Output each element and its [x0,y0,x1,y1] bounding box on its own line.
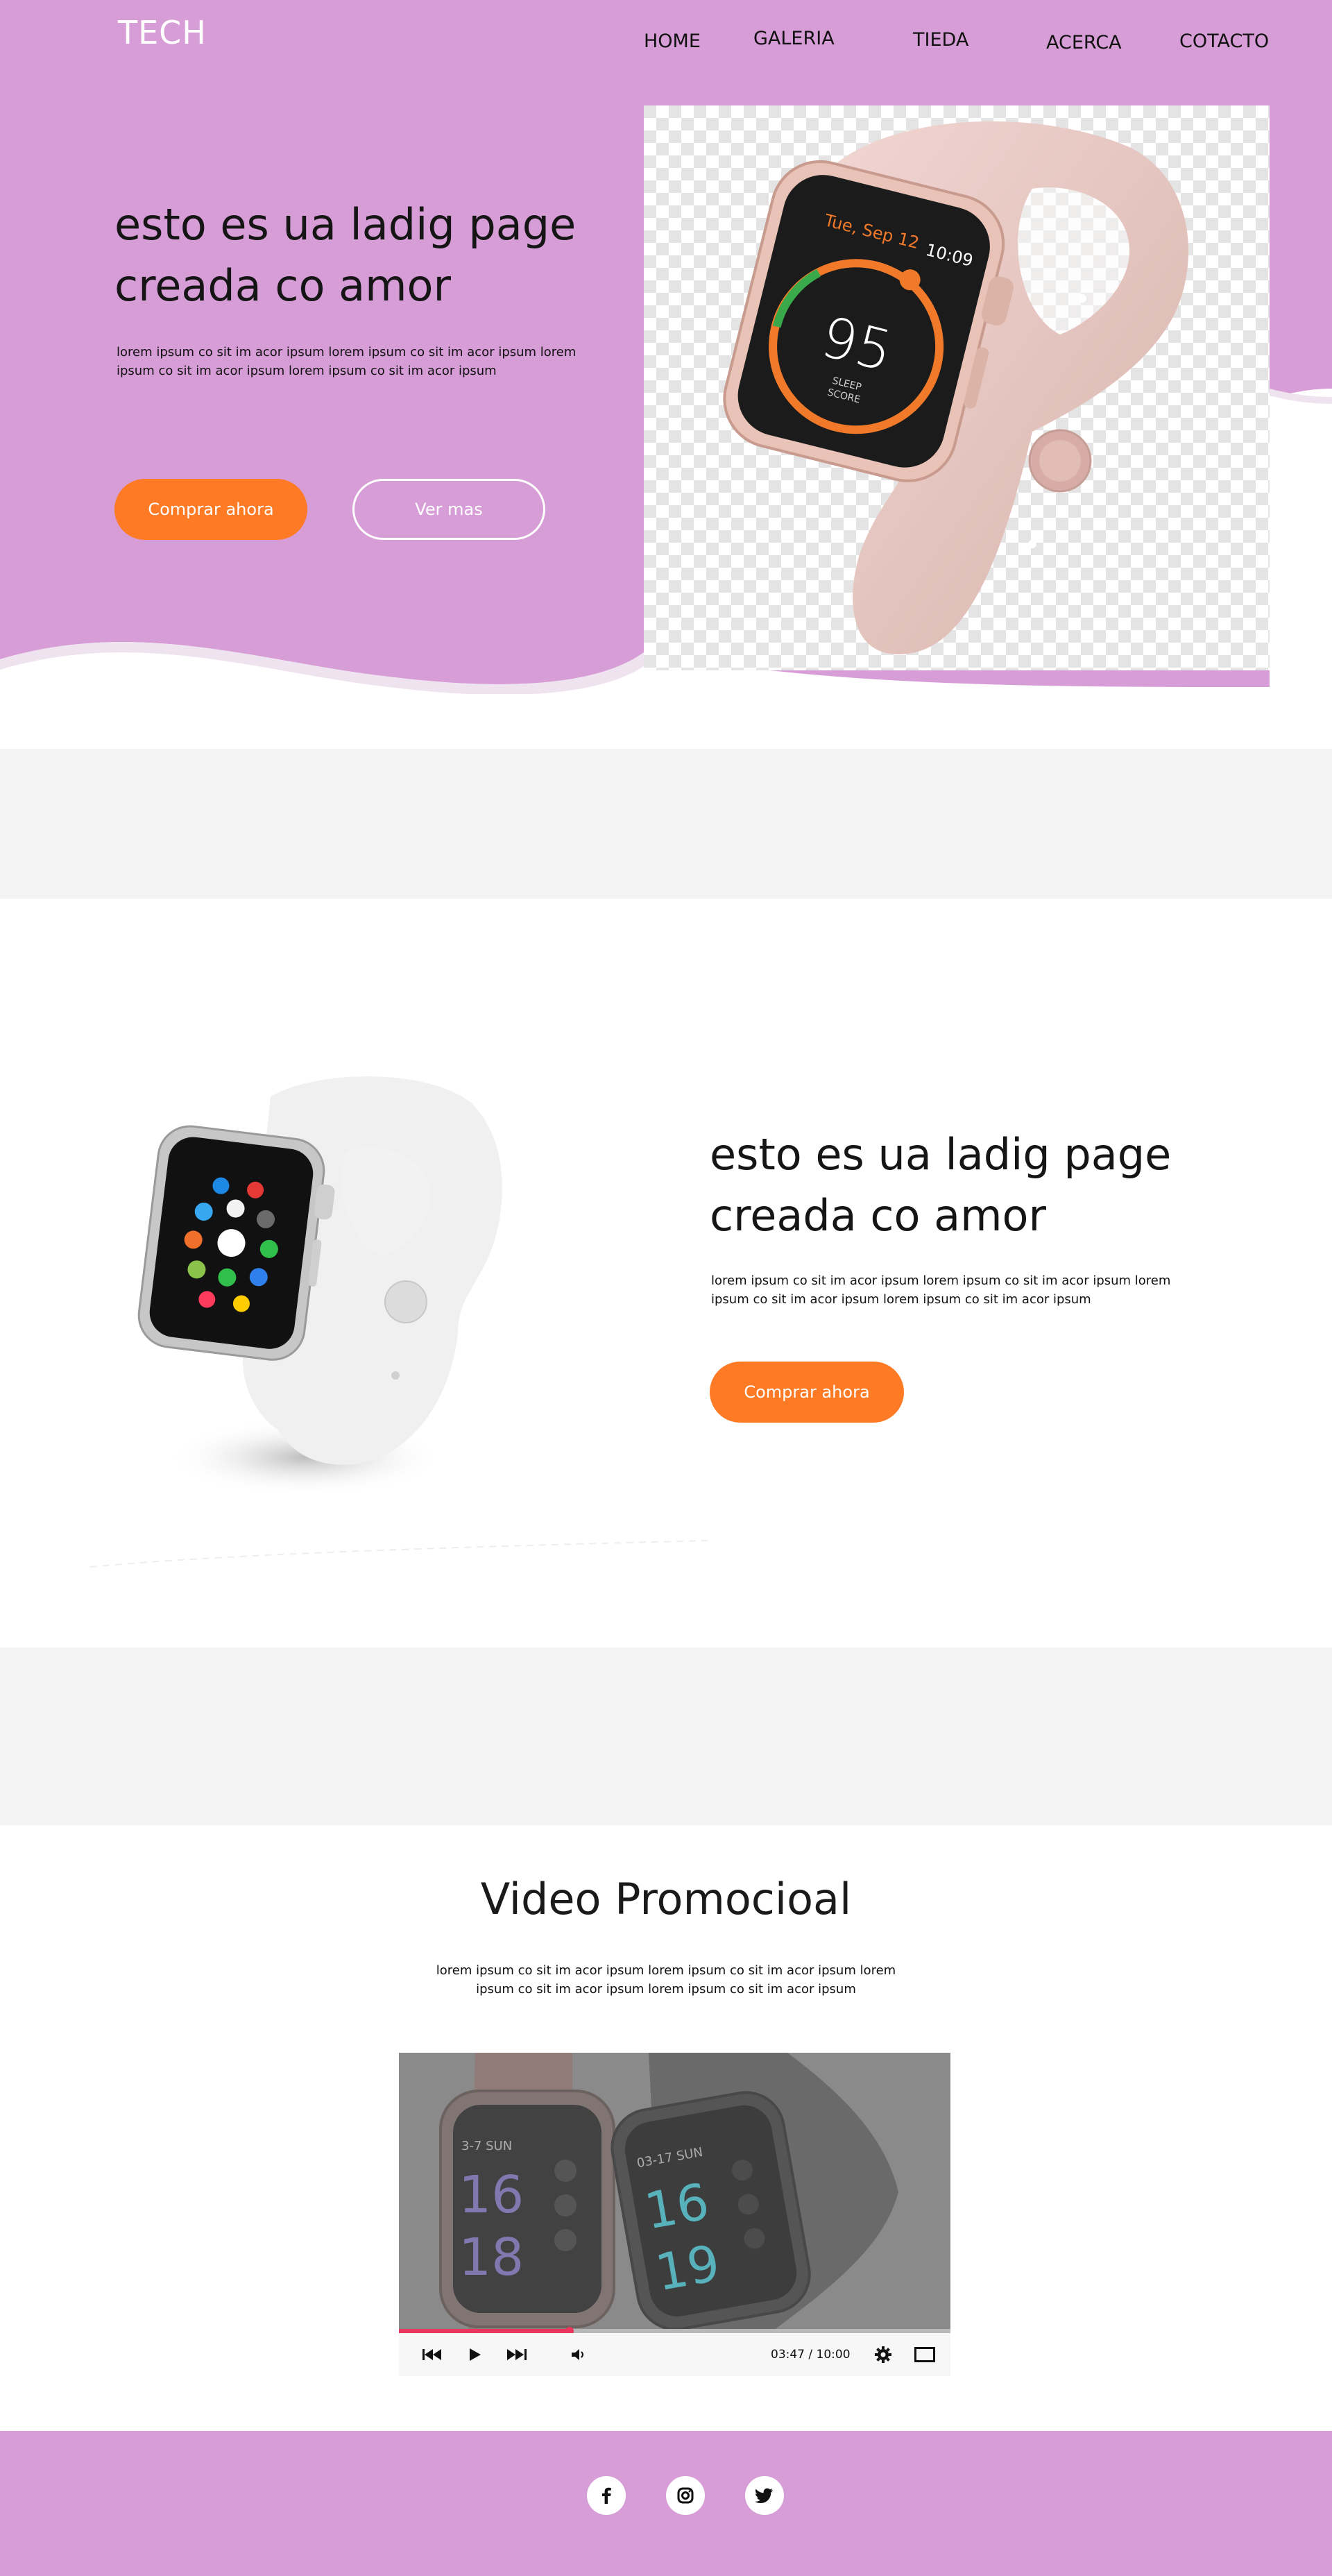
hero-watch-image: Tue, Sep 12 10:09 95 SLEEP SCORE [644,105,1270,670]
hero-description: lorem ipsum co sit im acor ipsum lorem i… [117,345,577,378]
video-time: 03:47 / 10:00 [771,2348,851,2362]
instagram-icon[interactable] [666,2476,705,2515]
video-section-title: Video Promocioal [480,1874,852,1924]
nav-acerca[interactable]: ACERCA [1046,32,1122,53]
section-divider-band [0,749,1332,899]
product-description: lorem ipsum co sit im acor ipsum lorem i… [711,1273,1171,1307]
video-controls-bar: 03:47 / 10:00 [399,2333,950,2376]
footer [0,2431,1332,2576]
play-icon[interactable] [461,2333,489,2376]
product-title: esto es ua ladig page creada co amor [710,1129,1172,1241]
skip-forward-icon[interactable] [503,2333,531,2376]
settings-gear-icon[interactable] [869,2333,897,2376]
product-watch-image [89,1076,708,1568]
hero-title: esto es ua ladig page creada co amor [114,199,577,311]
logo[interactable]: TECH [118,14,207,51]
nav-tieda[interactable]: TIEDA [913,29,968,51]
twitter-icon[interactable] [745,2476,784,2515]
nav-home[interactable]: HOME [644,31,701,52]
section-divider-band [0,1647,1332,1825]
product-buy-button[interactable]: Comprar ahora [710,1362,904,1423]
volume-icon[interactable] [565,2333,593,2376]
video-player[interactable]: 3-7 SUN 16 18 03-17 SUN 16 19 03:47 / 10… [399,2053,950,2376]
hero-buy-button[interactable]: Comprar ahora [114,479,307,540]
video-section-description: lorem ipsum co sit im acor ipsum lorem i… [436,1963,896,1997]
video-frame[interactable]: 3-7 SUN 16 18 03-17 SUN 16 19 [399,2053,950,2330]
fullscreen-icon[interactable] [911,2333,939,2376]
facebook-icon[interactable] [587,2476,626,2515]
nav-galeria[interactable]: GALERIA [753,28,835,49]
hero-see-more-button[interactable]: Ver mas [352,479,545,540]
nav-cotacto[interactable]: COTACTO [1179,31,1269,52]
skip-back-icon[interactable] [418,2333,446,2376]
